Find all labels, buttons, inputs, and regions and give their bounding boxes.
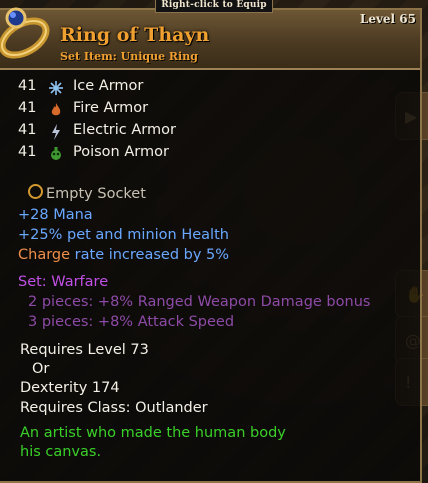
- socket-icon: [28, 184, 43, 199]
- armor-value: 41: [18, 122, 37, 138]
- armor-label: Fire Armor: [73, 100, 149, 116]
- flavor-line-1: An artist who made the human body: [20, 425, 286, 441]
- item-subtitle: Set Item: Unique Ring: [60, 50, 198, 63]
- fire-icon: [51, 103, 61, 116]
- charge-word: Charge: [18, 247, 71, 263]
- stat-mana: +28 Mana: [18, 207, 93, 223]
- armor-label: Poison Armor: [73, 144, 169, 160]
- ice-icon: [49, 81, 63, 95]
- socket-label: Empty Socket: [46, 186, 146, 202]
- armor-label: Electric Armor: [73, 122, 176, 138]
- stat-charge: Charge rate increased by 5%: [18, 246, 229, 266]
- set-bonus-3: 3 pieces: +8% Attack Speed: [28, 314, 235, 330]
- req-level: Requires Level 73: [20, 342, 149, 358]
- armor-label: Ice Armor: [73, 78, 144, 94]
- charge-rest: rate increased by 5%: [70, 247, 230, 263]
- equip-hint: Right-click to Equip: [155, 0, 273, 13]
- item-level: Level 65: [359, 12, 416, 26]
- req-dexterity: Dexterity 174: [20, 380, 120, 396]
- poison-icon: [51, 147, 61, 160]
- item-name: Ring of Thayn: [60, 24, 210, 46]
- ring-icon: [0, 7, 50, 59]
- req-or: Or: [32, 361, 50, 377]
- stat-health: +25% pet and minion Health: [18, 227, 229, 243]
- lightning-icon: [52, 124, 60, 140]
- tooltip-header: Ring of Thayn Set Item: Unique Ring Leve…: [0, 7, 420, 70]
- armor-value: 41: [18, 144, 37, 160]
- armor-value: 41: [18, 100, 37, 116]
- set-bonus-2: 2 pieces: +8% Ranged Weapon Damage bonus: [28, 294, 371, 310]
- armor-value: 41: [18, 78, 37, 94]
- set-name: Set: Warfare: [18, 274, 109, 290]
- empty-socket[interactable]: Empty Socket: [28, 184, 146, 202]
- flavor-line-2: his canvas.: [20, 444, 102, 460]
- req-class: Requires Class: Outlander: [20, 400, 208, 416]
- item-tooltip: Ring of Thayn Set Item: Unique Ring Leve…: [0, 7, 422, 483]
